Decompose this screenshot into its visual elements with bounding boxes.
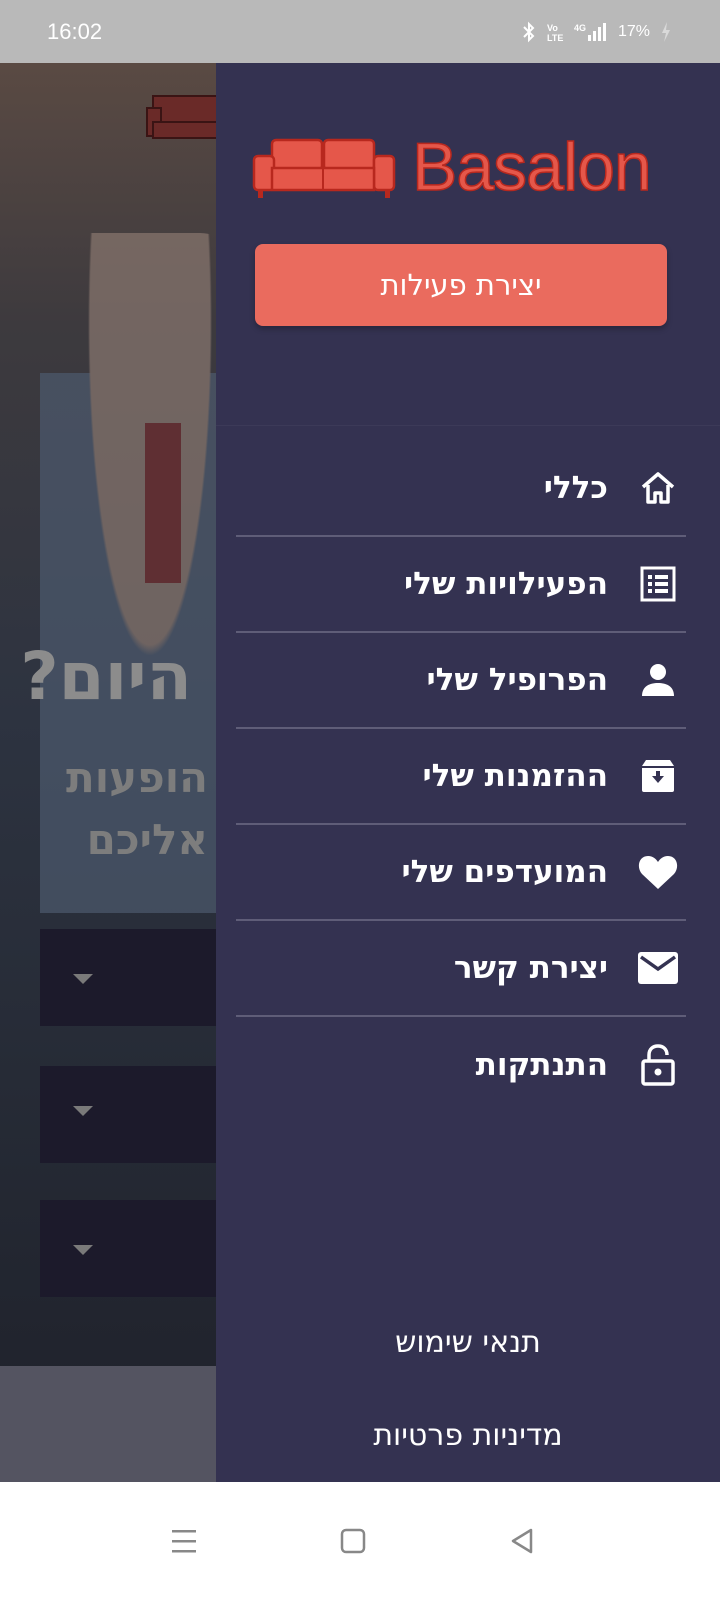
hero-subtitle-line1: הופעות <box>66 753 208 802</box>
back-icon <box>511 1528 533 1554</box>
status-bar: 16:02 Vo LTE 4G 17% <box>0 0 720 63</box>
filter-dropdown-1[interactable] <box>40 929 240 1026</box>
menu-item-logout[interactable]: התנתקות <box>236 1017 686 1113</box>
filter-dropdown-2[interactable] <box>40 1066 240 1163</box>
svg-text:4G: 4G <box>574 23 586 33</box>
signal-4g-icon: 4G <box>574 22 606 41</box>
chevron-down-icon <box>73 1245 93 1255</box>
home-icon <box>636 466 680 510</box>
menu-item-label: התנתקות <box>475 1047 608 1083</box>
filter-dropdown-3[interactable] <box>40 1200 240 1297</box>
menu-item-my-favorites[interactable]: המועדפים שלי <box>236 825 686 921</box>
menu-item-my-orders[interactable]: ההזמנות שלי <box>236 729 686 825</box>
system-nav-bar <box>0 1482 720 1600</box>
drawer-divider <box>216 425 720 426</box>
recent-apps-button[interactable] <box>144 1482 224 1600</box>
terms-of-use-link[interactable]: תנאי שימוש <box>216 1325 720 1360</box>
battery-charging-icon <box>662 21 670 42</box>
menu-item-my-activities[interactable]: הפעילויות שלי <box>236 537 686 633</box>
drawer-menu: כללי הפעילויות שלי הפרופיל שלי ההזמנות ש… <box>236 441 686 1113</box>
svg-text:LTE: LTE <box>547 33 563 43</box>
sofa-logo-icon <box>252 138 396 198</box>
background-logo-icon <box>146 95 224 139</box>
chevron-down-icon <box>73 974 93 984</box>
privacy-policy-link[interactable]: מדיניות פרטיות <box>216 1418 720 1453</box>
menu-item-label: המועדפים שלי <box>401 854 608 890</box>
bluetooth-icon <box>523 21 535 42</box>
menu-item-label: יצירת קשר <box>453 950 608 986</box>
menu-item-label: הפעילויות שלי <box>404 566 608 602</box>
back-button[interactable] <box>482 1482 562 1600</box>
menu-item-general[interactable]: כללי <box>236 441 686 537</box>
battery-percent: 17% <box>617 22 650 40</box>
person-icon <box>636 658 680 702</box>
menu-icon <box>172 1530 196 1553</box>
menu-item-label: כללי <box>543 470 608 506</box>
heart-icon <box>636 850 680 894</box>
chevron-down-icon <box>73 1106 93 1116</box>
navigation-drawer: Basalon יצירת פעילות כללי הפעילויות שלי … <box>216 63 720 1482</box>
hero-person-tie <box>145 423 181 583</box>
menu-item-label: הפרופיל שלי <box>426 662 608 698</box>
hero-subtitle-line2: אליכם <box>86 815 208 864</box>
svg-text:Vo: Vo <box>547 23 558 33</box>
brand-logo: Basalon <box>250 129 652 205</box>
menu-item-contact[interactable]: יצירת קשר <box>236 921 686 1017</box>
hero-heading: היום? <box>20 638 192 715</box>
status-icons: Vo LTE 4G 17% <box>522 21 672 43</box>
create-activity-button[interactable]: יצירת פעילות <box>255 244 667 326</box>
brand-name: Basalon <box>411 129 652 205</box>
list-icon <box>636 562 680 606</box>
status-time: 16:02 <box>47 18 103 44</box>
lock-open-icon <box>636 1043 680 1087</box>
home-button[interactable] <box>313 1482 393 1600</box>
menu-item-my-profile[interactable]: הפרופיל שלי <box>236 633 686 729</box>
archive-icon <box>636 754 680 798</box>
hero-person-figure <box>40 233 240 913</box>
mail-icon <box>636 946 680 990</box>
volte-icon: VoLTE <box>547 23 563 43</box>
home-square-icon <box>340 1528 366 1554</box>
menu-item-label: ההזמנות שלי <box>422 758 609 794</box>
